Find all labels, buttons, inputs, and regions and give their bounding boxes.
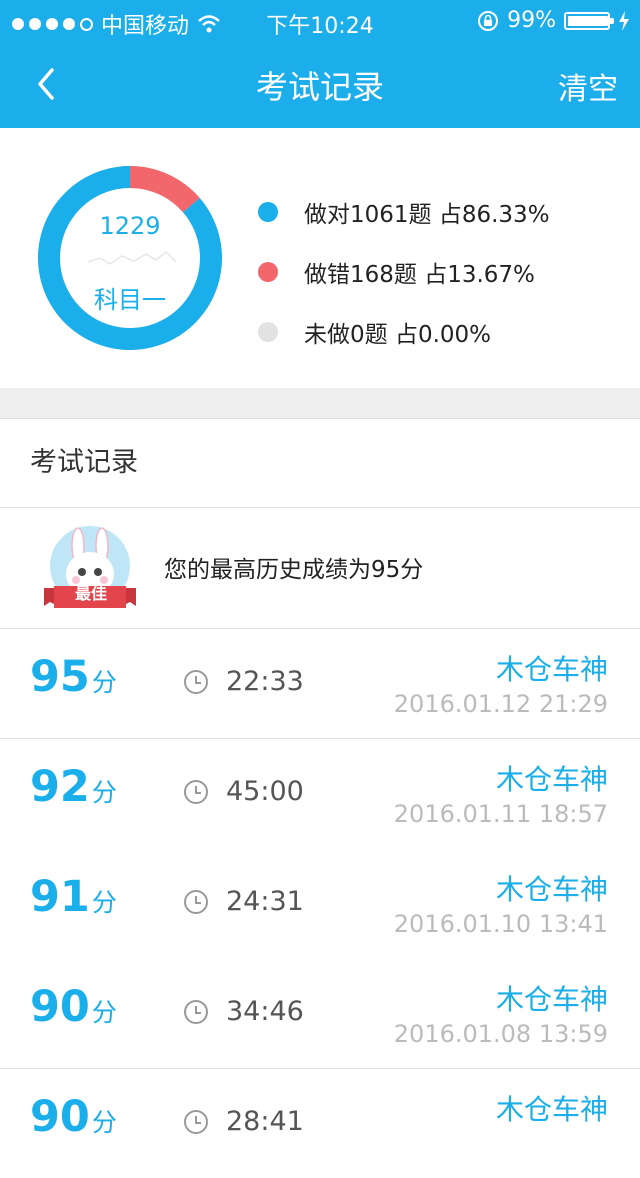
clock-icon [184, 1000, 208, 1024]
clock-icon [184, 1110, 208, 1134]
legend-dot-undone [258, 322, 278, 342]
legend-label: 未做0题 占0.00% [304, 322, 492, 348]
list-item[interactable]: 95分 22:33 木仓车神 2016.01.12 21:29 [0, 628, 640, 739]
best-score-banner: 最佳 您的最高历史成绩为95分 [0, 508, 640, 629]
score-value: 92分 [30, 762, 117, 812]
score-value: 95分 [30, 652, 117, 702]
score-value: 91分 [30, 872, 117, 922]
duration: 22:33 [226, 666, 304, 697]
legend-label: 做错168题 占13.67% [304, 262, 535, 288]
records-section-title: 考试记录 [0, 418, 640, 508]
score-unit: 分 [91, 888, 117, 917]
score-value: 90分 [30, 982, 117, 1032]
user-name: 木仓车神 [495, 763, 608, 796]
charging-icon [619, 10, 629, 31]
clear-button[interactable]: 清空 [558, 64, 618, 108]
best-score-text: 您的最高历史成绩为95分 [164, 557, 424, 583]
duration: 24:31 [226, 886, 304, 917]
duration: 28:41 [226, 1106, 304, 1137]
record-date: 2016.01.11 18:57 [393, 800, 608, 828]
donut-center: 1229 科目一 [38, 166, 222, 350]
score-unit: 分 [91, 668, 117, 697]
status-right: 99% [477, 8, 630, 33]
summary-panel: 1229 科目一 做对1061题 占86.33% 做错168题 占13.67% … [0, 128, 640, 388]
legend-item: 未做0题 占0.00% [258, 302, 491, 362]
list-item[interactable]: 91分 24:31 木仓车神 2016.01.10 13:41 [0, 848, 640, 958]
list-item[interactable]: 90分 28:41 木仓车神 [0, 1068, 640, 1178]
donut-subject: 科目一 [94, 286, 166, 314]
legend-label: 做对1061题 占86.33% [304, 202, 550, 228]
score-number: 91 [30, 872, 90, 922]
legend-item: 做对1061题 占86.33% [258, 182, 550, 242]
score-number: 90 [30, 982, 90, 1032]
top-bar: 中国移动 下午10:24 99% 考试记录 清空 [0, 0, 640, 128]
legend-dot-correct [258, 202, 278, 222]
sparkline-decoration [87, 250, 177, 265]
record-date: 2016.01.12 21:29 [393, 690, 608, 718]
duration: 45:00 [226, 776, 304, 807]
user-name: 木仓车神 [495, 1093, 608, 1126]
user-name: 木仓车神 [495, 873, 608, 906]
clock-icon [184, 780, 208, 804]
record-date: 2016.01.10 13:41 [393, 910, 608, 938]
page-title: 考试记录 [255, 68, 384, 106]
battery-percent: 99% [507, 8, 556, 33]
status-bar: 中国移动 下午10:24 99% [0, 0, 640, 40]
record-date: 2016.01.08 13:59 [393, 1020, 608, 1048]
score-number: 92 [30, 762, 90, 812]
list-item[interactable]: 90分 34:46 木仓车神 2016.01.08 13:59 [0, 958, 640, 1069]
score-number: 95 [30, 652, 90, 702]
orientation-lock-icon [478, 10, 499, 31]
duration: 34:46 [226, 996, 304, 1027]
score-unit: 分 [91, 778, 117, 807]
score-unit: 分 [91, 1108, 117, 1137]
clock-icon [184, 890, 208, 914]
clock-icon [184, 670, 208, 694]
donut-total: 1229 [99, 212, 161, 240]
best-badge: 最佳 [74, 584, 107, 603]
nav-bar: 考试记录 清空 [0, 40, 640, 128]
legend-dot-wrong [258, 262, 278, 282]
user-name: 木仓车神 [495, 983, 608, 1016]
section-separator [0, 388, 640, 419]
score-value: 90分 [30, 1092, 117, 1142]
score-number: 90 [30, 1092, 90, 1142]
battery-icon [564, 11, 614, 30]
legend-item: 做错168题 占13.67% [258, 242, 535, 302]
score-unit: 分 [91, 998, 117, 1027]
list-item[interactable]: 92分 45:00 木仓车神 2016.01.11 18:57 [0, 738, 640, 848]
user-name: 木仓车神 [495, 653, 608, 686]
